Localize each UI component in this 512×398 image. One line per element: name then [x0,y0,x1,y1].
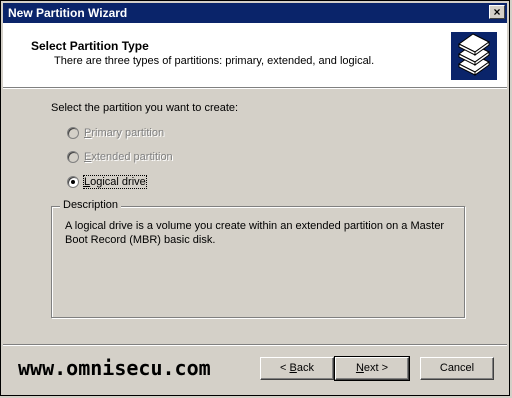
logical-drive-radio[interactable] [67,176,79,188]
page-title: Select Partition Type [31,39,149,53]
window-title: New Partition Wizard [8,6,128,20]
stacked-disks-icon [451,32,497,80]
cancel-button[interactable]: Cancel [420,357,494,380]
wizard-window: New Partition Wizard × Select Partition … [0,0,510,396]
back-button[interactable]: < Back [260,357,334,380]
page-subtitle: There are three types of partitions: pri… [54,55,375,67]
description-label: Description [60,199,122,211]
header-separator [3,88,507,89]
primary-partition-option[interactable]: Primary partition [67,125,164,141]
extended-partition-label: Extended partition [84,151,173,163]
description-text: A logical drive is a volume you create w… [65,220,445,246]
primary-partition-label: Primary partition [84,127,165,139]
logical-drive-option[interactable]: Logical drive [67,174,147,190]
wizard-header: Select Partition Type There are three ty… [3,23,507,88]
logical-drive-label: Logical drive [83,175,147,189]
footer-separator [3,344,507,346]
watermark: www.omnisecu.com [18,356,211,380]
primary-partition-radio[interactable] [67,127,79,139]
partition-prompt: Select the partition you want to create: [51,102,239,114]
description-group: Description A logical drive is a volume … [51,199,465,318]
close-button[interactable]: × [489,5,505,19]
title-bar[interactable]: New Partition Wizard × [3,3,507,23]
next-button[interactable]: Next > [334,356,410,381]
radio-selected-dot [71,180,75,184]
extended-partition-option[interactable]: Extended partition [67,149,173,165]
extended-partition-radio[interactable] [67,151,79,163]
